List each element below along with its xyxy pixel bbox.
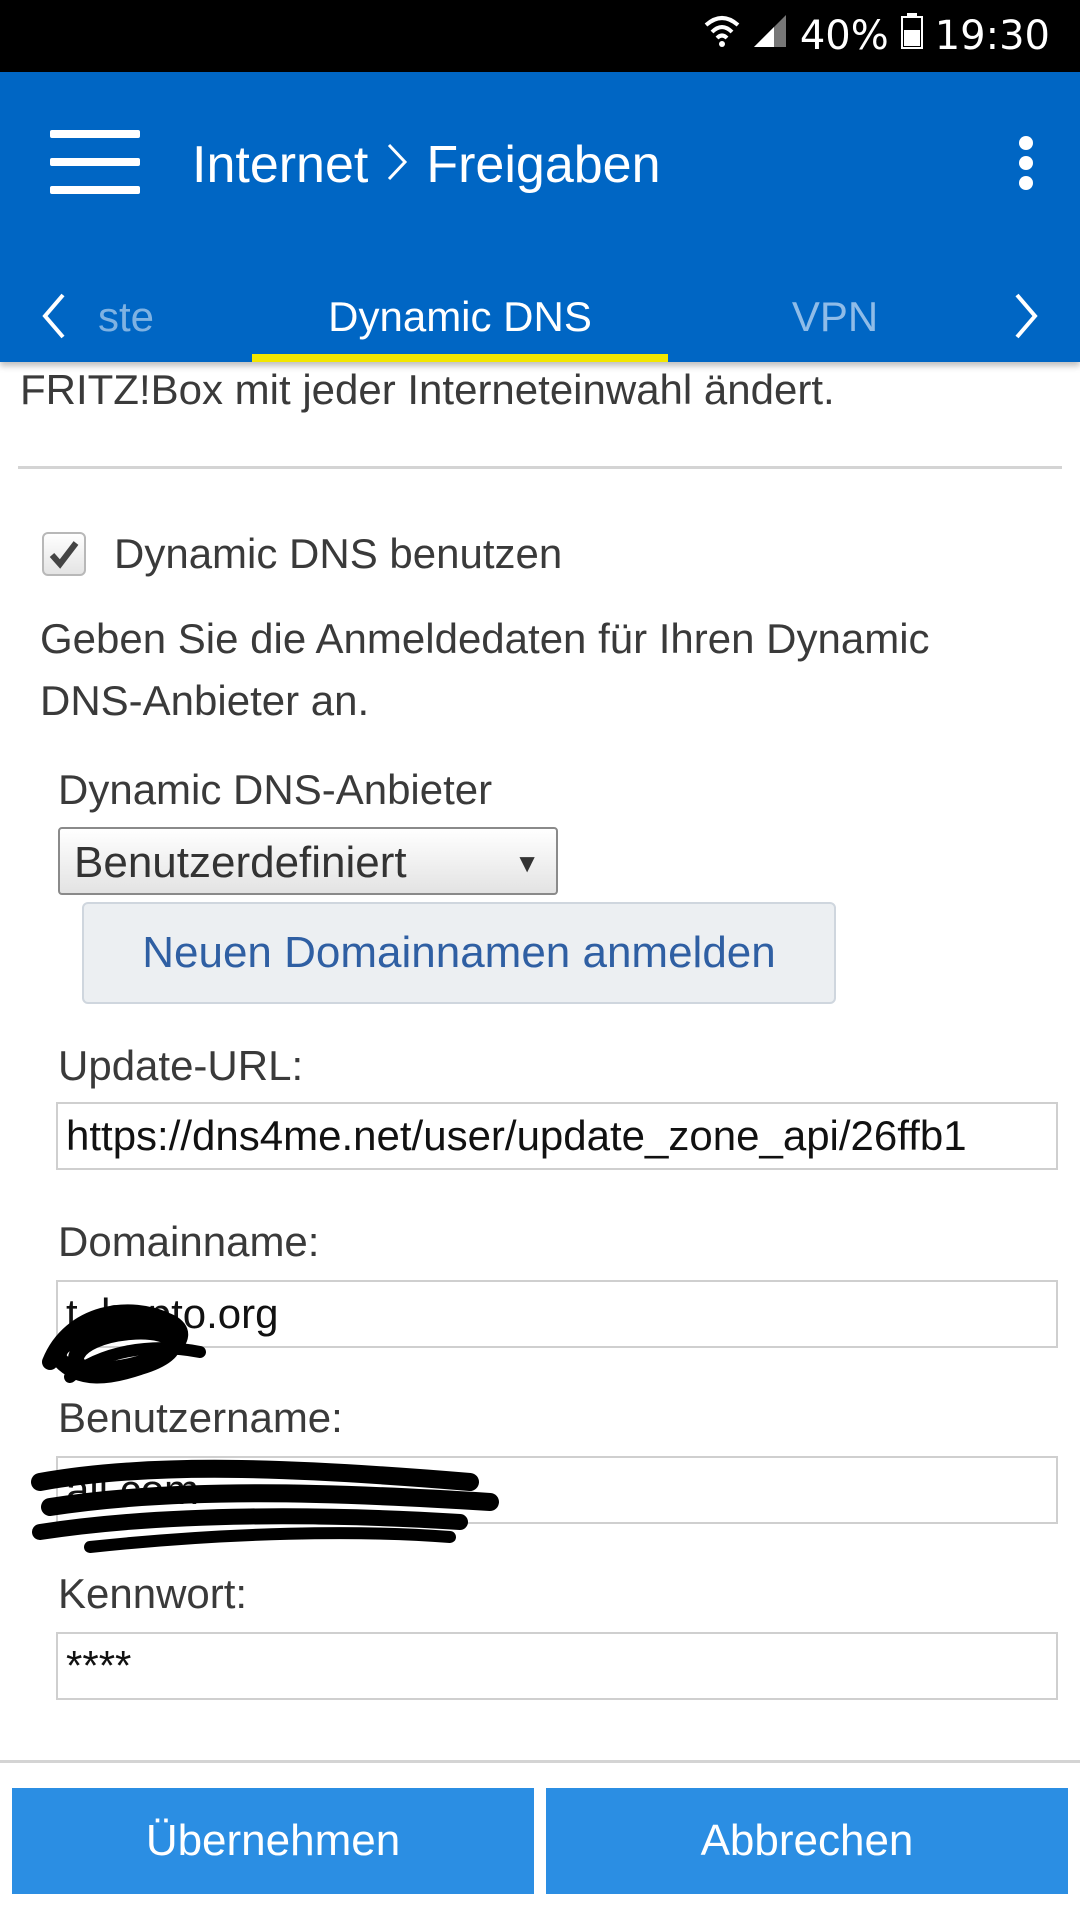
breadcrumb-current: Freigaben: [426, 136, 661, 194]
dynamic-dns-toggle-row: Dynamic DNS benutzen: [42, 530, 562, 578]
status-icons: 40% 19:30: [704, 0, 1050, 72]
provider-selected-value: Benutzerdefiniert: [74, 838, 407, 887]
signal-icon: [752, 13, 788, 59]
domain-input[interactable]: t .hopto.org: [56, 1280, 1058, 1348]
username-input[interactable]: ail.com: [56, 1456, 1058, 1524]
provider-select[interactable]: Benutzerdefiniert ▼: [58, 827, 558, 895]
divider: [18, 466, 1062, 469]
status-bar: 40% 19:30: [0, 0, 1080, 72]
chevron-right-icon: [386, 130, 408, 200]
battery-icon: [900, 13, 923, 59]
description-text: Geben Sie die Anmeldedaten für Ihren Dyn…: [40, 615, 930, 724]
tab-previous[interactable]: ste: [98, 272, 178, 362]
wifi-icon: [704, 13, 740, 59]
dynamic-dns-checkbox[interactable]: [42, 532, 86, 576]
username-label: Benutzername:: [58, 1394, 343, 1441]
tab-bar: ste Dynamic DNS VPN: [0, 272, 1080, 362]
password-input[interactable]: ****: [56, 1632, 1058, 1700]
checkbox-label: Dynamic DNS benutzen: [114, 530, 563, 577]
breadcrumb: Internet Freigaben: [192, 130, 661, 200]
update-url-label: Update-URL:: [58, 1042, 304, 1089]
intro-text-tail: FRITZ!Box mit jeder Interneteinwahl ände…: [20, 366, 835, 413]
menu-icon[interactable]: [50, 130, 140, 194]
apply-button[interactable]: Übernehmen: [12, 1788, 534, 1894]
footer-divider: [0, 1760, 1080, 1763]
register-domain-button[interactable]: Neuen Domainnamen anmelden: [82, 902, 836, 1004]
update-url-input[interactable]: https://dns4me.net/user/update_zone_api/…: [56, 1102, 1058, 1170]
chevron-right-icon[interactable]: [996, 286, 1056, 346]
clock: 19:30: [934, 13, 1050, 59]
domain-label: Domainname:: [58, 1218, 320, 1265]
provider-label: Dynamic DNS-Anbieter: [58, 766, 493, 813]
tab-vpn[interactable]: VPN: [760, 272, 910, 362]
tab-dynamic-dns[interactable]: Dynamic DNS: [252, 272, 668, 362]
caret-down-icon: ▼: [514, 848, 540, 878]
password-label: Kennwort:: [58, 1570, 248, 1617]
bottom-spacer: [0, 1894, 1080, 1920]
breadcrumb-parent[interactable]: Internet: [192, 130, 368, 200]
cancel-button[interactable]: Abbrechen: [546, 1788, 1068, 1894]
checkmark-icon: [49, 541, 79, 569]
more-options-icon[interactable]: [1018, 136, 1034, 190]
app-bar: Internet Freigaben ste Dynamic DNS VPN: [0, 72, 1080, 362]
chevron-left-icon[interactable]: [24, 286, 84, 346]
battery-percent: 40%: [799, 13, 889, 59]
